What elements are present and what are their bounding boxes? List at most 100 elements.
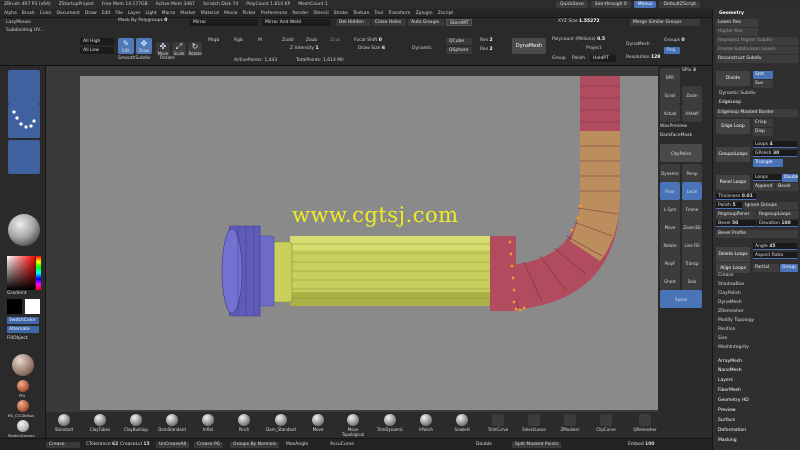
- crease-button[interactable]: Crease: [46, 442, 80, 448]
- menu-file[interactable]: File: [115, 11, 123, 16]
- menu-material[interactable]: Material: [201, 11, 219, 16]
- palette-size[interactable]: Size: [718, 336, 727, 341]
- dynamic-toggle[interactable]: Dynamic: [412, 46, 432, 51]
- menu-stroke[interactable]: Stroke: [334, 11, 348, 16]
- triangle-toggle[interactable]: Triangle: [753, 159, 783, 167]
- menu-zplugin[interactable]: Zplugin: [416, 11, 433, 16]
- divide-button[interactable]: Divide: [716, 71, 750, 86]
- canvas[interactable]: [80, 71, 658, 410]
- brush-standard[interactable]: Standard: [50, 414, 78, 432]
- group-toggle[interactable]: Group: [552, 56, 566, 61]
- del-hidden-button[interactable]: Del Hidden: [336, 19, 370, 26]
- all-high-button[interactable]: All High: [80, 38, 114, 45]
- delete-loops-button[interactable]: Delete Loops: [716, 247, 750, 262]
- crease-pg-button[interactable]: Crease PG: [194, 442, 224, 448]
- sketch-sphere-icon[interactable]: [17, 420, 29, 432]
- brush-trimdynamic[interactable]: TrimDynamic: [376, 414, 404, 432]
- palette-meshintegrity[interactable]: MeshIntegrity: [718, 345, 749, 350]
- matcap-sphere-icon[interactable]: [12, 354, 34, 376]
- rotate-slider[interactable]: Rotate: [160, 56, 175, 61]
- palette-crease[interactable]: Crease: [718, 273, 734, 278]
- menu-movie[interactable]: Movie: [224, 11, 237, 16]
- quicksave-button[interactable]: QuickSave: [556, 1, 588, 8]
- brush-move[interactable]: Move: [304, 414, 332, 432]
- menu-edit[interactable]: Edit: [102, 11, 111, 16]
- local-icon[interactable]: Local: [682, 182, 702, 200]
- polish-slider[interactable]: Polish 5: [716, 202, 742, 209]
- menu-tool[interactable]: Tool: [374, 11, 383, 16]
- geometry-header[interactable]: Geometry: [719, 11, 744, 16]
- alternate-button[interactable]: Alternate: [7, 326, 39, 333]
- polyf-icon[interactable]: PolyF: [660, 254, 680, 272]
- menu-render[interactable]: Render: [292, 11, 308, 16]
- auto-groups-button[interactable]: Auto Groups: [408, 19, 444, 26]
- zsub-button[interactable]: Zsub: [306, 38, 317, 43]
- move-view-icon[interactable]: Move: [660, 218, 680, 236]
- palette-deformation[interactable]: Deformation: [718, 428, 746, 433]
- reconstruct-subdiv-button[interactable]: Reconstruct Subdiv: [716, 55, 798, 63]
- material-sphere-icon[interactable]: [8, 214, 40, 246]
- regroup-loops-toggle[interactable]: RegroupLoops: [757, 211, 798, 219]
- palette-claypolish[interactable]: ClayPolish: [718, 291, 741, 296]
- alpha-thumbnail[interactable]: [8, 140, 40, 174]
- draw-mode-button[interactable]: ✥ Draw: [136, 38, 152, 54]
- brush-claybuildup[interactable]: ClayBuildup: [122, 414, 150, 432]
- gpolish-slider[interactable]: GPolish 30: [753, 150, 797, 157]
- resolution-slider[interactable]: Resolution 128: [626, 55, 660, 60]
- stroke-thumbnail[interactable]: [8, 104, 40, 138]
- fillobject-button[interactable]: FillObject: [7, 336, 28, 341]
- qcube-button[interactable]: QCube: [446, 38, 472, 45]
- draw-size-slider[interactable]: Draw Size 6: [358, 46, 385, 51]
- scale-mode-button[interactable]: ⤢ Scale: [172, 42, 186, 56]
- project-toggle[interactable]: Project: [586, 46, 601, 51]
- panel-loops-button[interactable]: Panel Loops: [716, 175, 750, 190]
- creaselvl-slider[interactable]: CreaseLvl 15: [120, 442, 150, 448]
- zoom3d-icon[interactable]: Zoom3D: [682, 218, 702, 236]
- brush-zmodeler[interactable]: ZModeler: [556, 414, 584, 432]
- palette-zremesher[interactable]: ZRemesher: [718, 309, 744, 314]
- brush-hpolish[interactable]: hPolish: [412, 414, 440, 432]
- palette-position[interactable]: Position: [718, 327, 736, 332]
- brush-pinch[interactable]: Pinch: [230, 414, 258, 432]
- zcut-button[interactable]: Zcut: [330, 38, 340, 43]
- menu-draw[interactable]: Draw: [85, 11, 97, 16]
- palette-preview[interactable]: Preview: [718, 408, 736, 413]
- menu-light[interactable]: Light: [145, 11, 156, 16]
- group-toggle-palette[interactable]: Group: [780, 264, 798, 272]
- actual-icon[interactable]: Actual: [660, 104, 680, 122]
- menu-texture[interactable]: Texture: [353, 11, 369, 16]
- thickness-slider[interactable]: Thickness 0.01: [716, 193, 756, 200]
- menu-layer[interactable]: Layer: [128, 11, 141, 16]
- bpr-icon[interactable]: BPR: [660, 68, 680, 86]
- transp-icon[interactable]: Transp: [682, 254, 702, 272]
- dynamic-subdiv-menu[interactable]: Dynamic Subdiv: [719, 91, 756, 96]
- regroup-panel-toggle[interactable]: RegroupPanel: [716, 211, 756, 219]
- uncrease-all-button[interactable]: UnCreaseAll: [156, 442, 190, 448]
- bevel-slider[interactable]: Bevel 50: [716, 220, 756, 227]
- smoothsubdiv-slider[interactable]: SmoothSubdiv: [118, 56, 151, 61]
- menu-transform[interactable]: Transform: [388, 11, 410, 16]
- brush-damstandard[interactable]: DamStandard: [158, 414, 186, 432]
- menu-document[interactable]: Document: [57, 11, 80, 16]
- brush-dam-standard[interactable]: Dam_Standard: [264, 414, 298, 432]
- mirror-and-weld-button[interactable]: Mirror And Weld: [262, 19, 330, 26]
- align-loops-button[interactable]: Align Loops: [716, 263, 750, 273]
- crease-tolerance-slider[interactable]: CTolerance 62: [86, 442, 118, 448]
- close-holes-button[interactable]: Close Holes: [372, 19, 406, 26]
- persp-icon[interactable]: Persp: [682, 164, 702, 182]
- move-mode-button[interactable]: ✜ Move: [156, 42, 170, 56]
- edgeloop-menu[interactable]: EdgeLoop: [719, 100, 741, 105]
- main-color-swatch[interactable]: [25, 299, 40, 314]
- palette-dynamesh[interactable]: DynaMesh: [718, 300, 742, 305]
- crisp-toggle[interactable]: Crisp: [753, 119, 773, 127]
- res-slider-2[interactable]: Res 2: [480, 47, 493, 52]
- color-picker[interactable]: [7, 256, 41, 290]
- backface-mask-toggle[interactable]: BackfaceMask: [660, 133, 692, 138]
- mirror-button[interactable]: Mirror: [190, 19, 258, 26]
- bevel-profile-button[interactable]: Bevel Profile: [716, 230, 798, 238]
- dynamesh-button[interactable]: DynaMesh: [512, 38, 546, 54]
- groupsloops-button[interactable]: GroupsLoops: [716, 147, 750, 162]
- groups-slider[interactable]: Groups 0: [664, 38, 685, 43]
- res-slider-1[interactable]: Res 2: [480, 38, 493, 43]
- holdpt-button[interactable]: HoldPT: [590, 55, 616, 62]
